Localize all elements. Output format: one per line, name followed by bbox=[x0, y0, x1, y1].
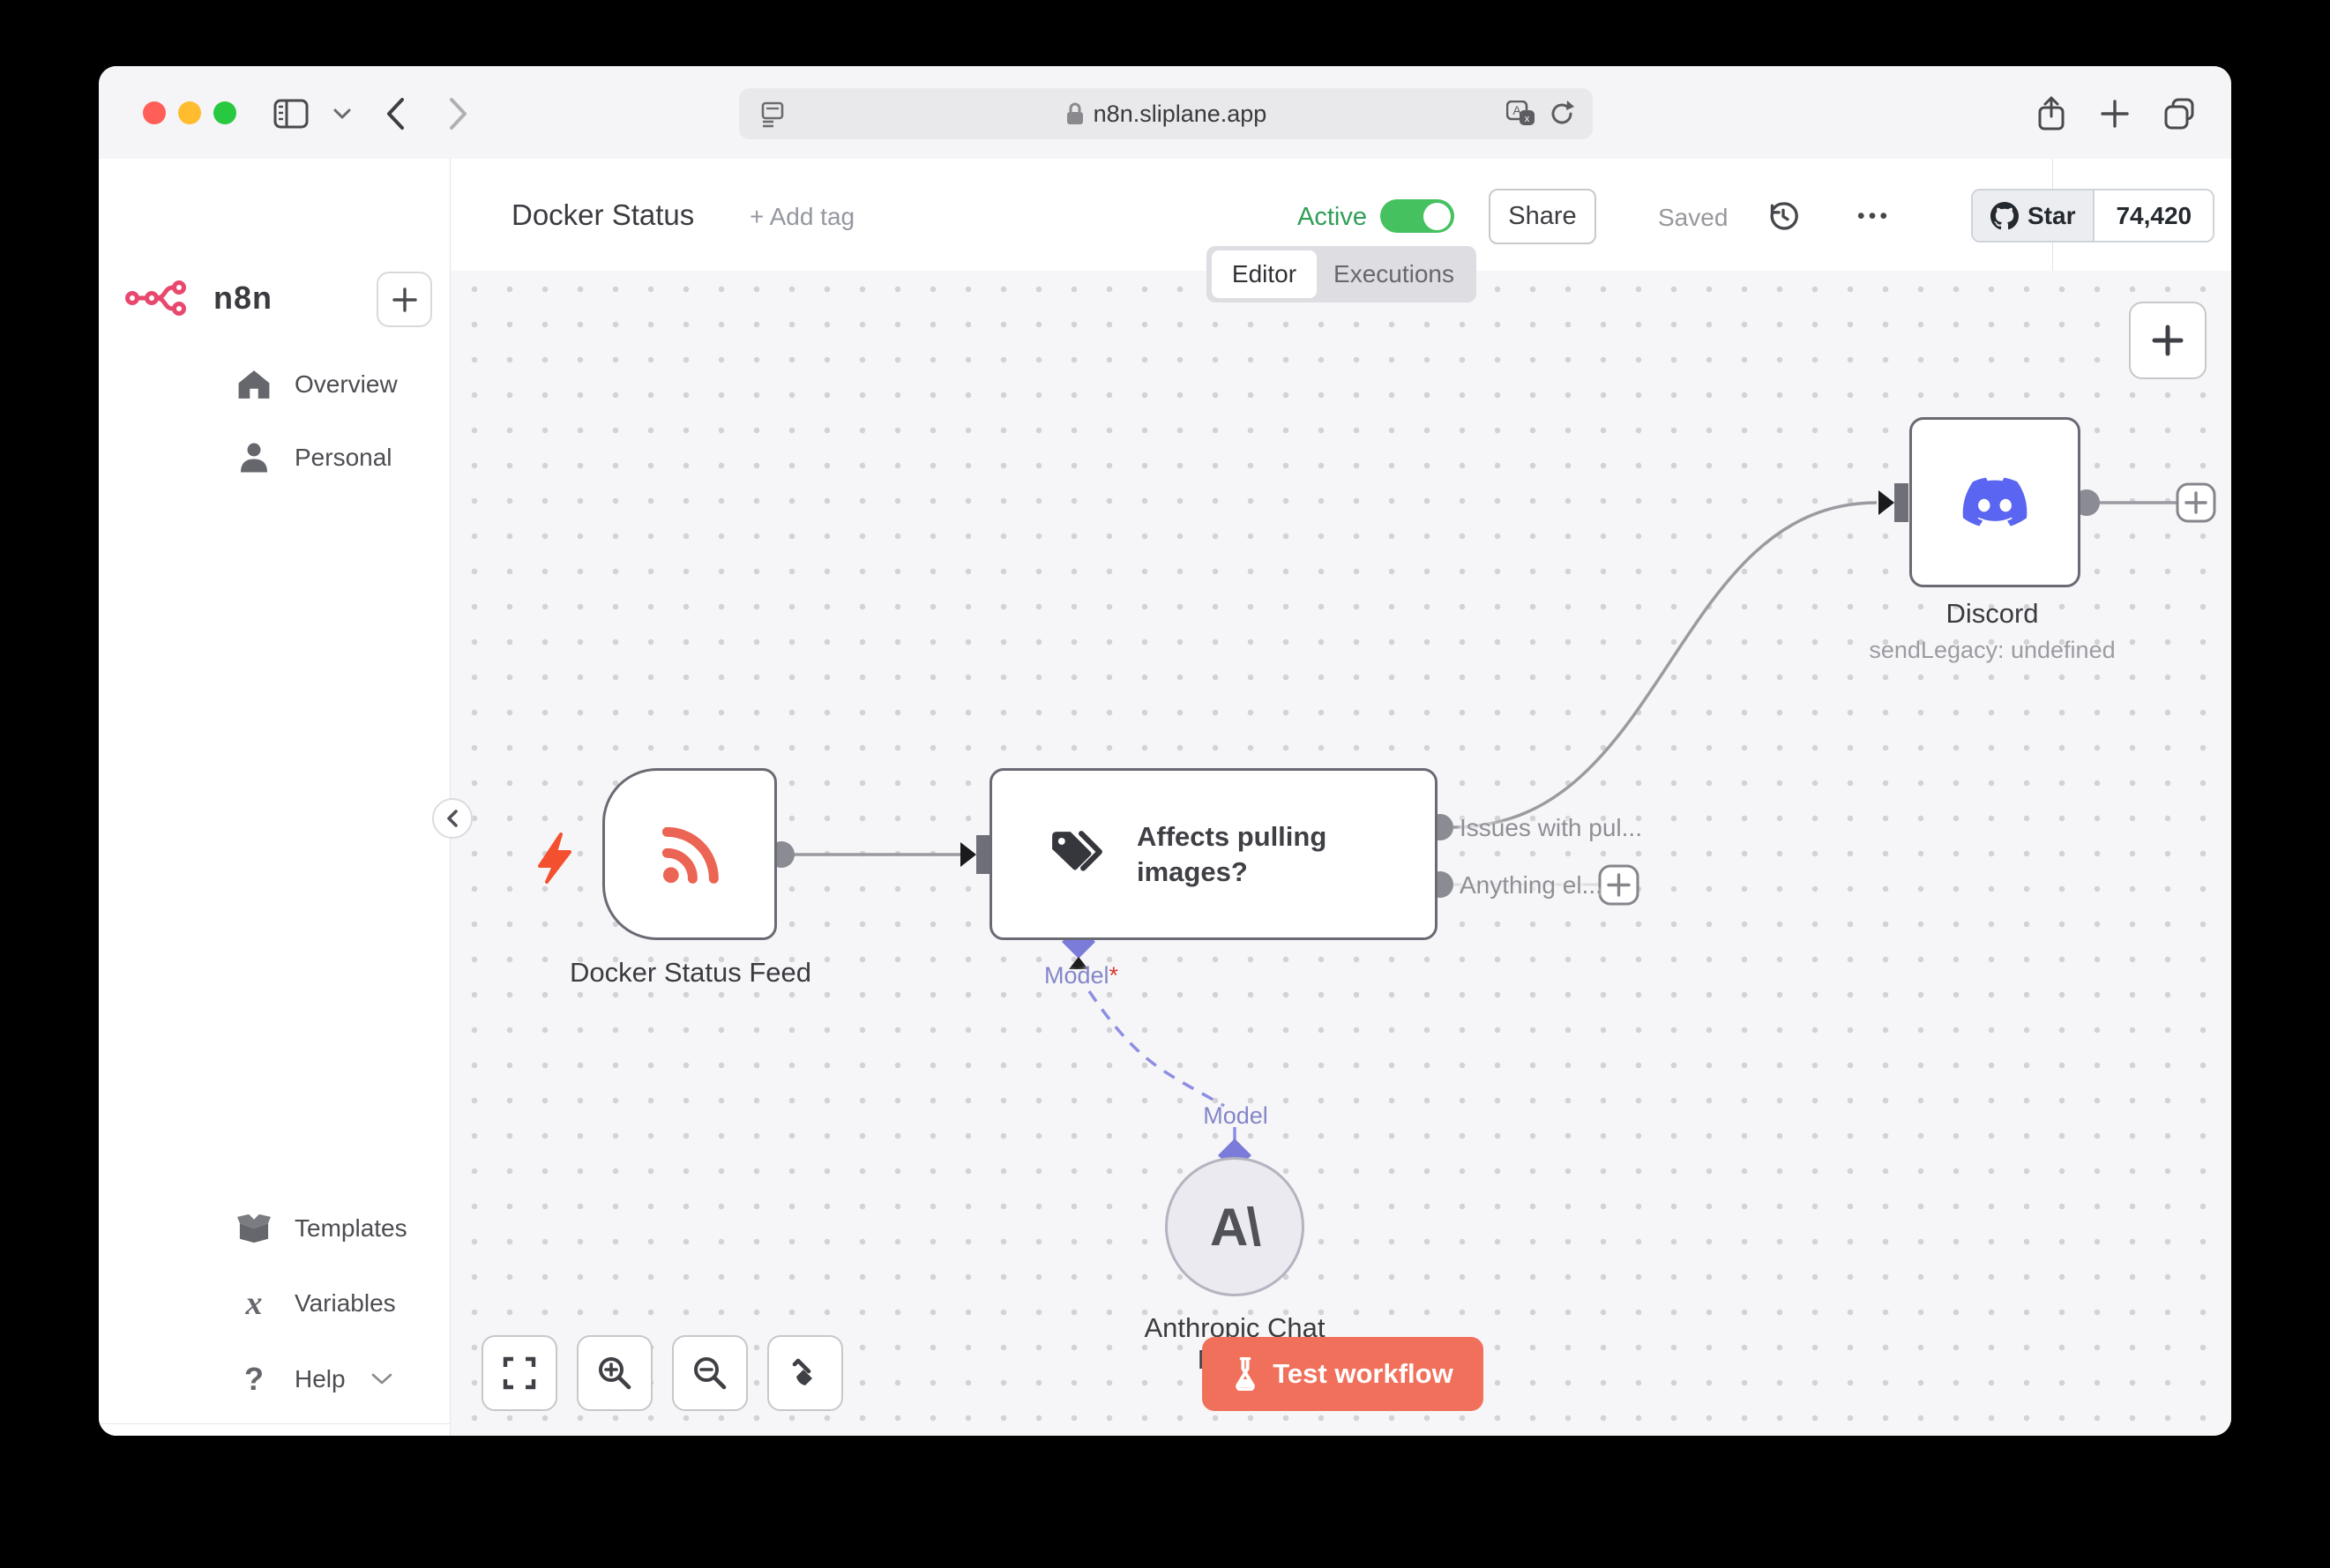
divider bbox=[99, 1423, 450, 1424]
collapse-sidebar-button[interactable] bbox=[432, 798, 473, 839]
reader-icon[interactable] bbox=[758, 100, 787, 128]
new-tab-icon[interactable] bbox=[2092, 91, 2138, 137]
chevron-down-icon bbox=[370, 1372, 393, 1386]
node-subtitle: sendLegacy: undefined bbox=[1842, 637, 2142, 664]
share-button-label: Share bbox=[1508, 202, 1576, 231]
url-text: n8n.sliplane.app bbox=[1094, 101, 1267, 128]
test-workflow-label: Test workflow bbox=[1273, 1358, 1453, 1390]
forward-icon[interactable] bbox=[436, 91, 482, 137]
person-icon bbox=[235, 438, 273, 477]
output-label-issues: Issues with pul... bbox=[1460, 814, 1642, 842]
back-icon[interactable] bbox=[372, 91, 418, 137]
node-label: Docker Status Feed bbox=[541, 957, 840, 989]
add-tag-button[interactable]: + Add tag bbox=[750, 203, 855, 231]
star-count: 74,420 bbox=[2095, 190, 2213, 241]
node-label: Discord bbox=[1842, 598, 2142, 630]
workflow-canvas[interactable]: Docker Status Feed Affects pulling image… bbox=[451, 271, 2231, 1436]
translate-icon[interactable]: Ax bbox=[1506, 101, 1536, 127]
toggle-knob bbox=[1423, 203, 1451, 230]
browser-toolbar: n8n.sliplane.app Ax bbox=[99, 66, 2231, 160]
editor-executions-tabs: Editor Executions bbox=[1206, 246, 1476, 302]
github-star-widget[interactable]: Star 74,420 bbox=[1971, 189, 2214, 243]
add-node-endpoint bbox=[2177, 484, 2214, 521]
sidebar-item-label: Personal bbox=[295, 444, 392, 472]
logo-text: n8n bbox=[213, 280, 273, 317]
active-label: Active bbox=[1281, 203, 1367, 232]
node-discord[interactable] bbox=[1909, 417, 2080, 587]
test-workflow-button[interactable]: Test workflow bbox=[1202, 1337, 1483, 1411]
address-bar[interactable]: n8n.sliplane.app Ax bbox=[739, 88, 1593, 139]
n8n-logo-icon bbox=[125, 279, 201, 317]
add-node-endpoint bbox=[1600, 866, 1638, 904]
sidebar-item-help[interactable]: ? Help bbox=[99, 1351, 450, 1407]
home-icon bbox=[235, 365, 273, 404]
sidebar-item-label: Variables bbox=[295, 1289, 396, 1318]
tab-overview-icon[interactable] bbox=[2157, 91, 2203, 137]
zoom-window-button[interactable] bbox=[213, 101, 236, 124]
node-anthropic-chat-model[interactable]: A\ bbox=[1165, 1157, 1304, 1296]
reload-icon[interactable] bbox=[1549, 100, 1575, 128]
sidebar-item-overview[interactable]: Overview bbox=[99, 356, 450, 413]
star-label: Star bbox=[2028, 202, 2075, 230]
sidebar-item-label: Help bbox=[295, 1365, 346, 1393]
tags-icon bbox=[1050, 830, 1105, 879]
browser-window: n8n.sliplane.app Ax bbox=[99, 66, 2231, 1436]
lock-icon bbox=[1065, 101, 1085, 126]
variable-x-icon: x bbox=[235, 1284, 273, 1323]
sidebar-item-personal[interactable]: Personal bbox=[99, 429, 450, 486]
model-port-label: Model* bbox=[993, 962, 1169, 989]
model-link-label: Model bbox=[1147, 1102, 1324, 1130]
history-icon[interactable] bbox=[1766, 198, 1804, 234]
new-workflow-button[interactable] bbox=[377, 272, 432, 327]
minimize-window-button[interactable] bbox=[178, 101, 201, 124]
active-toggle[interactable] bbox=[1380, 199, 1454, 233]
rss-icon bbox=[653, 818, 726, 891]
saved-status: Saved bbox=[1658, 204, 1728, 232]
tab-editor[interactable]: Editor bbox=[1212, 250, 1317, 298]
n8n-logo: n8n bbox=[125, 272, 273, 325]
share-icon[interactable] bbox=[2028, 91, 2074, 137]
github-icon bbox=[1990, 202, 2019, 230]
sidebar-item-label: Overview bbox=[295, 370, 398, 399]
workflow-title[interactable]: Docker Status bbox=[512, 198, 694, 232]
tab-executions[interactable]: Executions bbox=[1317, 246, 1471, 302]
sidebar-item-label: Templates bbox=[295, 1214, 407, 1243]
node-docker-status-feed[interactable] bbox=[602, 768, 777, 940]
app-sidebar: n8n Overview Personal Templates x Variab… bbox=[99, 159, 451, 1436]
discord-icon bbox=[1962, 477, 2028, 528]
package-icon bbox=[235, 1209, 273, 1248]
node-title: Affects pulling images? bbox=[1137, 819, 1326, 890]
sidebar-item-variables[interactable]: x Variables bbox=[99, 1275, 450, 1332]
node-classifier[interactable]: Affects pulling images? bbox=[990, 768, 1438, 940]
sidebar-item-templates[interactable]: Templates bbox=[99, 1200, 450, 1257]
svg-text:x: x bbox=[1525, 114, 1530, 124]
trigger-lightning-icon bbox=[540, 834, 570, 882]
chevron-down-icon[interactable] bbox=[319, 91, 365, 137]
output-label-anything-else: Anything el... bbox=[1460, 871, 1602, 900]
share-button[interactable]: Share bbox=[1489, 189, 1596, 244]
flask-icon bbox=[1232, 1357, 1258, 1391]
question-icon: ? bbox=[235, 1360, 273, 1399]
close-window-button[interactable] bbox=[143, 101, 166, 124]
more-options-button[interactable]: ••• bbox=[1841, 198, 1908, 234]
anthropic-icon: A\ bbox=[1210, 1197, 1259, 1258]
sidebar-toggle-icon[interactable] bbox=[268, 91, 314, 137]
